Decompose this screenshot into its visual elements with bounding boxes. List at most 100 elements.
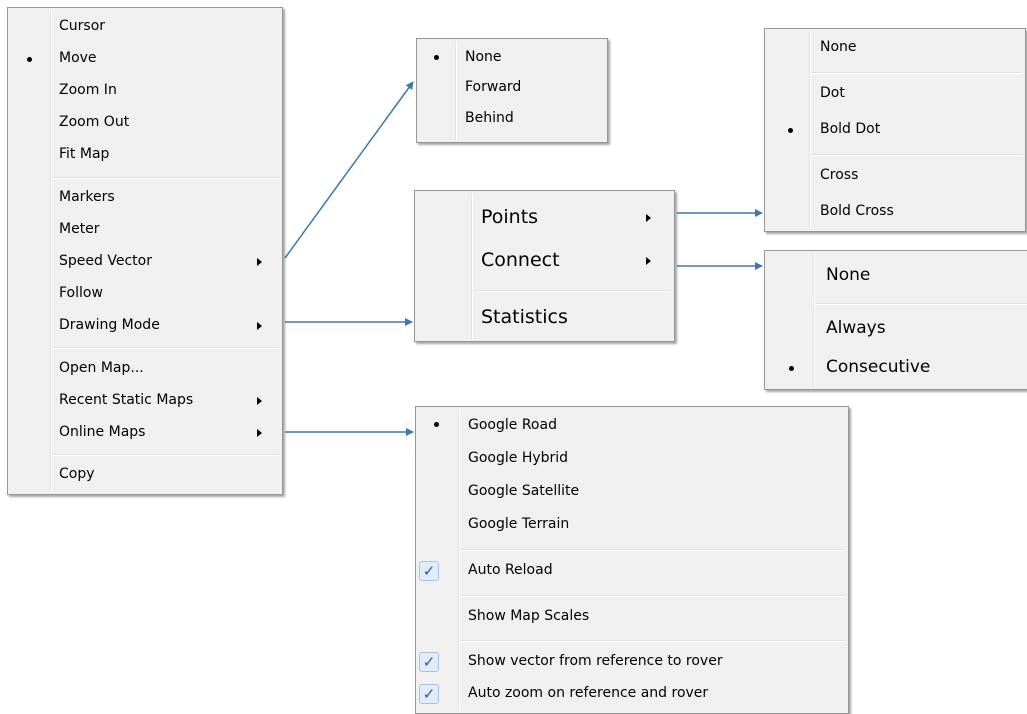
checkmark-icon: ✓	[419, 652, 439, 672]
menu-item-bold-dot[interactable]: Bold Dot	[765, 117, 1025, 143]
menu-item-label: None	[465, 49, 502, 65]
menu-item-label: Points	[481, 206, 539, 228]
menu-separator	[52, 347, 279, 349]
menu-item-always[interactable]: Always	[765, 314, 1027, 344]
menu-separator	[473, 290, 671, 292]
menu-item-label: Dot	[820, 85, 845, 101]
menu-item-cross[interactable]: Cross	[765, 163, 1025, 189]
menu-separator	[460, 640, 845, 642]
menu-item-copy[interactable]: Copy	[8, 459, 282, 491]
menu-item-show-map-scales[interactable]: Show Map Scales	[416, 605, 848, 631]
menu-item-bold-cross[interactable]: Bold Cross	[765, 199, 1025, 225]
menu-item-label: Connect	[481, 249, 560, 271]
bullet-icon	[434, 55, 439, 60]
menu-item-label: Fit Map	[59, 146, 110, 162]
menu-item-label: Bold Dot	[820, 121, 881, 137]
menu-item-zoom-in[interactable]: Zoom In	[8, 75, 282, 107]
menu-item-consecutive[interactable]: Consecutive	[765, 353, 1027, 383]
menu-item-label: Consecutive	[826, 357, 931, 377]
menu-separator	[460, 595, 845, 597]
menu-item-drawing-mode[interactable]: Drawing Mode	[8, 310, 282, 342]
menu-item-label: Open Map...	[59, 360, 144, 376]
menu-item-label: Statistics	[481, 306, 568, 328]
menu-item-label: Auto zoom on reference and rover	[468, 685, 709, 701]
menu-item-label: None	[820, 39, 857, 55]
menu-item-recent-static-maps[interactable]: Recent Static Maps	[8, 385, 282, 417]
speed-vector-submenu: None Forward Behind	[416, 38, 608, 143]
bullet-icon	[434, 422, 439, 427]
menu-item-markers[interactable]: Markers	[8, 182, 282, 214]
menu-item-speed-vector[interactable]: Speed Vector	[8, 246, 282, 278]
connect-submenu: None Always Consecutive	[764, 250, 1027, 390]
menu-item-label: Google Hybrid	[468, 450, 569, 466]
menu-item-label: Google Terrain	[468, 516, 570, 532]
menu-item-google-terrain[interactable]: Google Terrain	[416, 513, 848, 539]
checkmark-icon: ✓	[419, 684, 439, 704]
bullet-icon	[27, 57, 32, 62]
menu-item-open-map[interactable]: Open Map...	[8, 353, 282, 385]
bullet-icon	[789, 366, 794, 371]
menu-item-none[interactable]: None	[765, 35, 1025, 61]
menu-separator	[815, 303, 1027, 305]
menu-item-label: Cross	[820, 167, 859, 183]
menu-item-google-satellite[interactable]: Google Satellite	[416, 480, 848, 506]
menu-separator	[52, 454, 279, 456]
menu-separator	[811, 154, 1022, 156]
connector-speed-vector	[284, 81, 414, 259]
menu-item-follow[interactable]: Follow	[8, 278, 282, 310]
menu-item-zoom-out[interactable]: Zoom Out	[8, 107, 282, 139]
menu-item-auto-reload[interactable]: ✓ Auto Reload	[416, 559, 848, 585]
menu-item-label: Drawing Mode	[59, 317, 160, 333]
main-context-menu: Cursor Move Zoom In Zoom Out Fit Map Mar…	[7, 7, 283, 495]
bullet-icon	[788, 128, 793, 133]
menu-item-label: Recent Static Maps	[59, 392, 194, 408]
menu-item-label: Show Map Scales	[468, 608, 590, 624]
menu-item-label: Zoom In	[59, 82, 117, 98]
drawing-mode-submenu: Points Connect Statistics	[414, 190, 675, 342]
online-maps-submenu: Google Road Google Hybrid Google Satelli…	[415, 406, 849, 714]
menu-item-label: Move	[59, 50, 97, 66]
menu-item-label: Bold Cross	[820, 203, 894, 219]
menu-item-label: Online Maps	[59, 424, 146, 440]
submenu-arrow-icon	[257, 258, 262, 266]
menu-item-label: Markers	[59, 189, 115, 205]
menu-item-dot[interactable]: Dot	[765, 81, 1025, 107]
menu-item-meter[interactable]: Meter	[8, 214, 282, 246]
menu-item-label: Meter	[59, 221, 100, 237]
menu-item-forward[interactable]: Forward	[417, 77, 607, 101]
menu-item-label: Always	[826, 318, 886, 338]
submenu-arrow-icon	[646, 214, 651, 222]
submenu-arrow-icon	[257, 397, 262, 405]
menu-separator	[811, 72, 1022, 74]
menu-item-label: Cursor	[59, 18, 106, 34]
menu-separator	[460, 549, 845, 551]
menu-item-connect[interactable]: Connect	[415, 244, 674, 278]
menu-item-label: Behind	[465, 110, 514, 126]
menu-item-label: Google Satellite	[468, 483, 580, 499]
menu-item-label: None	[826, 265, 871, 285]
menu-item-fit-map[interactable]: Fit Map	[8, 139, 282, 171]
submenu-arrow-icon	[646, 257, 651, 265]
menu-item-behind[interactable]: Behind	[417, 108, 607, 132]
menu-item-none[interactable]: None	[765, 261, 1027, 291]
submenu-arrow-icon	[257, 429, 262, 437]
menu-item-statistics[interactable]: Statistics	[415, 301, 674, 335]
menu-item-label: Copy	[59, 466, 95, 482]
menu-item-cursor[interactable]: Cursor	[8, 11, 282, 43]
menu-item-label: Show vector from reference to rover	[468, 653, 723, 669]
checkmark-icon: ✓	[419, 561, 439, 581]
menu-item-points[interactable]: Points	[415, 201, 674, 235]
menu-item-label: Zoom Out	[59, 114, 130, 130]
menu-item-none[interactable]: None	[417, 47, 607, 71]
menu-item-label: Google Road	[468, 417, 557, 433]
menu-item-move[interactable]: Move	[8, 43, 282, 75]
menu-item-google-hybrid[interactable]: Google Hybrid	[416, 447, 848, 473]
menu-item-label: Auto Reload	[468, 562, 553, 578]
menu-item-online-maps[interactable]: Online Maps	[8, 417, 282, 449]
menu-item-show-vector[interactable]: ✓ Show vector from reference to rover	[416, 650, 848, 676]
menu-item-google-road[interactable]: Google Road	[416, 414, 848, 440]
menu-item-label: Follow	[59, 285, 103, 301]
points-submenu: None Dot Bold Dot Cross Bold Cross	[764, 28, 1026, 232]
menu-item-label: Forward	[465, 79, 522, 95]
menu-item-auto-zoom[interactable]: ✓ Auto zoom on reference and rover	[416, 682, 848, 708]
